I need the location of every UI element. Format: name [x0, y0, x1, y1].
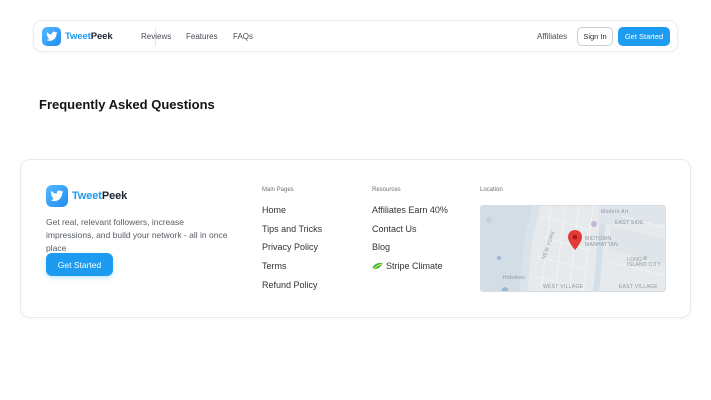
footer-link-home[interactable]: Home	[262, 205, 286, 215]
stripe-climate-leaf-icon	[372, 262, 383, 270]
footer-link-privacy[interactable]: Privacy Policy	[262, 242, 318, 252]
map-label-hoboken: Hoboken	[503, 275, 526, 281]
map-label-long-island-city: LONG ISLAND CITY	[627, 257, 662, 268]
nav-link-reviews[interactable]: Reviews	[141, 32, 171, 41]
map-label-modern-art: Modern Art	[601, 209, 629, 215]
top-navbar: TweetPeek Reviews Features FAQs Affiliat…	[33, 20, 678, 52]
map-pin-icon[interactable]	[568, 230, 582, 250]
footer-description: Get real, relevant followers, increase i…	[46, 217, 228, 253]
map-label-east-village: EAST VILLAGE	[619, 284, 658, 290]
signin-button[interactable]: Sign In	[577, 27, 613, 46]
stripe-climate-label: Stripe Climate	[386, 261, 443, 271]
footer-link-affiliates[interactable]: Affiliates Earn 40%	[372, 205, 448, 215]
footer-link-contact[interactable]: Contact Us	[372, 224, 417, 234]
brand-logo[interactable]: TweetPeek	[42, 27, 113, 46]
main-pages-heading: Main Pages	[262, 187, 294, 193]
nav-link-affiliates[interactable]: Affiliates	[537, 32, 567, 41]
nav-link-features[interactable]: Features	[186, 32, 218, 41]
footer-link-refund[interactable]: Refund Policy	[262, 280, 318, 290]
map-label-east-side: EAST SIDE	[615, 220, 644, 226]
nav-get-started-button[interactable]: Get Started	[618, 27, 670, 46]
bird-logo-icon	[46, 185, 68, 207]
faq-heading: Frequently Asked Questions	[39, 97, 215, 112]
location-heading: Location	[480, 187, 503, 193]
map-label-manhattan: MANHATTAN	[585, 242, 619, 248]
nav-link-faqs[interactable]: FAQs	[233, 32, 253, 41]
footer-card: TweetPeek Get real, relevant followers, …	[20, 159, 691, 318]
resources-heading: Resources	[372, 187, 401, 193]
footer-link-tips[interactable]: Tips and Tricks	[262, 224, 322, 234]
footer-brand-logo[interactable]: TweetPeek	[46, 185, 127, 207]
brand-name: TweetPeek	[65, 31, 113, 42]
map-label-west-village: WEST VILLAGE	[543, 284, 584, 290]
footer-link-terms[interactable]: Terms	[262, 261, 287, 271]
location-map[interactable]: Modern Art EAST SIDE MIDTOWN MANHATTAN L…	[480, 205, 666, 292]
footer-brand-name: TweetPeek	[72, 190, 128, 202]
footer-get-started-button[interactable]: Get Started	[46, 253, 113, 276]
bird-logo-icon	[42, 27, 61, 46]
footer-link-blog[interactable]: Blog	[372, 242, 390, 252]
footer-link-stripe-climate[interactable]: Stripe Climate	[372, 261, 443, 271]
